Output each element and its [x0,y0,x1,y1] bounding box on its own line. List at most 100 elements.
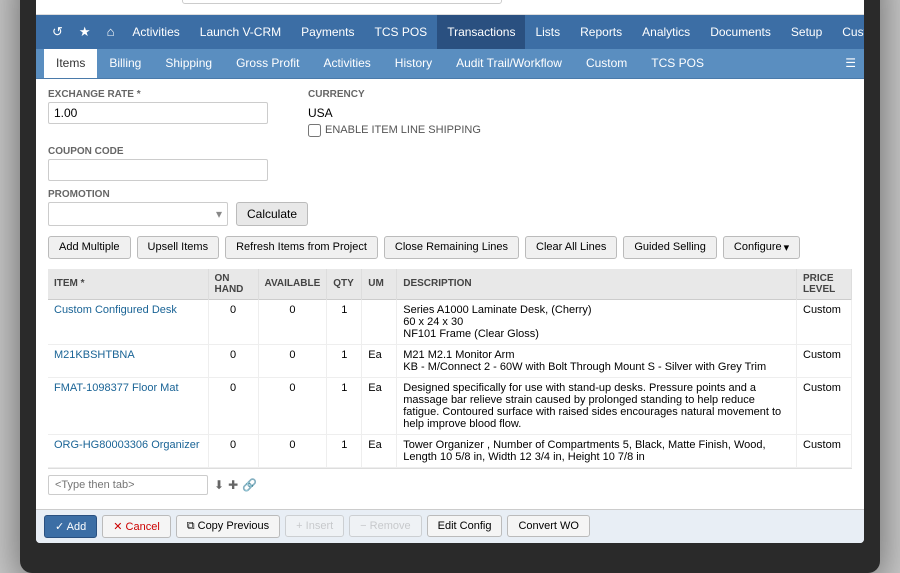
cell-avail-1: 0 [258,344,327,377]
configure-caret-icon: ▾ [784,241,790,254]
tab-menu-icon[interactable]: ☰ [845,56,856,70]
add-row-add-icon[interactable]: ✚ [228,478,238,492]
cell-onhand-0: 0 [208,299,258,344]
tab-audit-trail[interactable]: Audit Trail/Workflow [444,49,574,78]
refresh-items-button[interactable]: Refresh Items from Project [225,236,378,259]
search-bar[interactable]: 🔍 [182,0,502,4]
cell-item-1[interactable]: M21KBSHTBNA [48,344,208,377]
tab-billing[interactable]: Billing [97,49,153,78]
action-buttons: Add Multiple Upsell Items Refresh Items … [48,236,852,259]
nav-star-icon[interactable]: ★ [71,24,99,40]
cell-onhand-3: 0 [208,434,258,467]
coupon-code-input[interactable] [48,159,268,181]
cell-qty-2[interactable]: 1 [327,377,362,434]
cell-price-0: Custom [797,299,852,344]
nav-analytics[interactable]: Analytics [632,15,700,49]
tab-tcs-pos[interactable]: TCS POS [639,49,716,78]
item-type-input[interactable] [48,475,208,495]
currency-value: USA [308,102,481,120]
enable-shipping-checkbox[interactable] [308,124,321,137]
table-row: FMAT-1098377 Floor Mat 0 0 1 Ea Designed… [48,377,852,434]
tab-custom[interactable]: Custom [574,49,639,78]
insert-button[interactable]: + Insert [285,515,344,537]
col-header-onhand: ON HAND [208,269,258,300]
nav-home-icon[interactable]: ⌂ [99,24,123,39]
cell-avail-3: 0 [258,434,327,467]
nav-launch-vcrm[interactable]: Launch V-CRM [190,15,291,49]
clear-all-lines-button[interactable]: Clear All Lines [525,236,617,259]
col-header-price: PRICE LEVEL [797,269,852,300]
cell-item-2[interactable]: FMAT-1098377 Floor Mat [48,377,208,434]
exchange-rate-group: EXCHANGE RATE * [48,89,268,124]
cell-um-0 [362,299,397,344]
copy-previous-button[interactable]: ⧉ Copy Previous [176,515,280,538]
coupon-code-label: COUPON CODE [48,146,268,157]
nav-bar: ↺ ★ ⌂ Activities Launch V-CRM Payments T… [36,15,864,49]
cell-price-1: Custom [797,344,852,377]
cell-qty-3[interactable]: 1 [327,434,362,467]
tab-gross-profit[interactable]: Gross Profit [224,49,311,78]
add-button[interactable]: ✓ Add [44,515,97,538]
cell-price-2: Custom [797,377,852,434]
nav-documents[interactable]: Documents [700,15,781,49]
tab-activities[interactable]: Activities [311,49,382,78]
exchange-rate-input[interactable] [48,102,268,124]
add-row-link-icon[interactable]: 🔗 [242,478,257,492]
nav-custom[interactable]: Custom [832,15,864,49]
cell-um-1: Ea [362,344,397,377]
currency-group: CURRENCY USA ENABLE ITEM LINE SHIPPING [308,89,481,138]
col-header-available: AVAILABLE [258,269,327,300]
items-table: ITEM * ON HAND AVAILABLE QTY UM [48,269,852,468]
promotion-select[interactable]: ▾ [48,202,228,226]
nav-tcs-pos[interactable]: TCS POS [365,15,438,49]
col-header-qty: QTY [327,269,362,300]
remove-button[interactable]: − Remove [349,515,421,537]
cell-item-0[interactable]: Custom Configured Desk [48,299,208,344]
cell-price-3: Custom [797,434,852,467]
cell-um-2: Ea [362,377,397,434]
nav-transactions[interactable]: Transactions [437,15,525,49]
nav-payments[interactable]: Payments [291,15,364,49]
cell-desc-3: Tower Organizer , Number of Compartments… [397,434,797,467]
table-row: Custom Configured Desk 0 0 1 Series A100… [48,299,852,344]
configure-button[interactable]: Configure ▾ [723,236,800,259]
cell-qty-1[interactable]: 1 [327,344,362,377]
nav-setup[interactable]: Setup [781,15,832,49]
currency-label: CURRENCY [308,89,481,100]
exchange-rate-label: EXCHANGE RATE * [48,89,268,100]
cell-onhand-1: 0 [208,344,258,377]
bottom-action-bar: ✓ Add ✕ Cancel ⧉ Copy Previous + Insert … [36,509,864,543]
nav-activities[interactable]: Activities [122,15,189,49]
cell-desc-1: M21 M2.1 Monitor Arm KB - M/Connect 2 - … [397,344,797,377]
logo: ORACLE NETSUITE [48,0,166,1]
tab-history[interactable]: History [383,49,444,78]
cell-desc-2: Designed specifically for use with stand… [397,377,797,434]
tab-items[interactable]: Items [44,49,97,78]
cell-desc-0: Series A1000 Laminate Desk, (Cherry) 60 … [397,299,797,344]
enable-shipping-label: ENABLE ITEM LINE SHIPPING [325,124,481,136]
calculate-button[interactable]: Calculate [236,202,308,226]
nav-reports[interactable]: Reports [570,15,632,49]
col-header-desc: DESCRIPTION [397,269,797,300]
chevron-down-icon: ▾ [216,207,222,221]
upsell-items-button[interactable]: Upsell Items [137,236,220,259]
add-multiple-button[interactable]: Add Multiple [48,236,131,259]
close-remaining-button[interactable]: Close Remaining Lines [384,236,519,259]
tab-shipping[interactable]: Shipping [153,49,224,78]
add-row-down-icon[interactable]: ⬇ [214,478,224,492]
col-header-item: ITEM * [48,269,208,300]
cell-onhand-2: 0 [208,377,258,434]
nav-lists[interactable]: Lists [525,15,570,49]
cell-item-3[interactable]: ORG-HG80003306 Organizer [48,434,208,467]
nav-back-icon[interactable]: ↺ [44,24,71,40]
edit-config-button[interactable]: Edit Config [427,515,503,537]
convert-wo-button[interactable]: Convert WO [507,515,590,537]
promotion-row: PROMOTION ▾ Calculate [48,189,852,226]
cell-qty-0[interactable]: 1 [327,299,362,344]
cancel-button[interactable]: ✕ Cancel [102,515,171,538]
guided-selling-button[interactable]: Guided Selling [623,236,717,259]
cell-avail-2: 0 [258,377,327,434]
sub-tabs: Items Billing Shipping Gross Profit Acti… [36,49,864,79]
col-header-um: UM [362,269,397,300]
coupon-code-group: COUPON CODE [48,146,268,181]
